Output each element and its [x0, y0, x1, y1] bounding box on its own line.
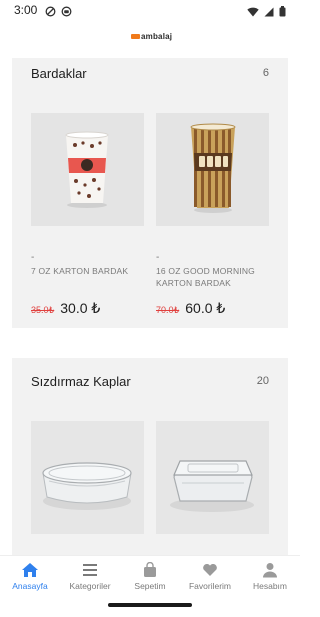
nav-label: Hesabım: [252, 581, 287, 591]
home-content[interactable]: Bardaklar 6 - 7 OZ KARTON BARDAK 35.0₺ 3…: [0, 58, 300, 555]
category-section-bardaklar: Bardaklar 6 - 7 OZ KARTON BARDAK 35.0₺ 3…: [12, 58, 288, 328]
nav-label: Kategoriler: [69, 581, 111, 591]
product-image[interactable]: [156, 421, 269, 534]
product-dash: -: [156, 252, 160, 263]
product-prices: 35.0₺ 30.0 ₺: [31, 300, 100, 317]
product-card[interactable]: [31, 421, 144, 534]
product-image[interactable]: [31, 421, 144, 534]
rectangular-plastic-container-icon: [156, 421, 269, 534]
menu-icon: [80, 561, 100, 579]
paper-cup-16oz-image: [156, 113, 269, 226]
status-left-icons: [45, 4, 72, 22]
do-not-disturb-icon: [45, 4, 56, 22]
gesture-area: [0, 597, 300, 617]
status-bar: 3:00: [0, 0, 300, 22]
category-section-sizdirmaz-kaplar: Sızdırmaz Kaplar 20: [12, 358, 288, 555]
bottom-nav: Anasayfa Kategoriler Sepetim Favorilerim…: [0, 555, 300, 597]
product-image[interactable]: [31, 113, 144, 226]
round-plastic-container-icon: [31, 421, 144, 534]
current-price: 30.0 ₺: [60, 300, 101, 316]
status-time: 3:00: [14, 3, 38, 17]
old-price: 70.0₺: [156, 305, 180, 315]
app-header: ambalaj: [0, 22, 300, 58]
product-name[interactable]: 7 OZ KARTON BARDAK: [31, 265, 144, 277]
section-title[interactable]: Sızdırmaz Kaplar: [31, 374, 131, 389]
nav-label: Favorilerim: [188, 581, 232, 591]
nav-item-home[interactable]: Anasayfa: [0, 556, 60, 597]
bag-icon: [140, 561, 160, 579]
heart-icon: [200, 561, 220, 579]
nav-item-account[interactable]: Hesabım: [240, 556, 300, 597]
home-gesture-bar[interactable]: [108, 603, 192, 607]
product-prices: 70.0₺ 60.0 ₺: [156, 300, 225, 317]
product-image[interactable]: [156, 113, 269, 226]
ambalaj-logo[interactable]: ambalaj: [131, 32, 172, 41]
signal-icon: [264, 4, 274, 22]
logo-mark: [131, 34, 140, 39]
nav-item-categories[interactable]: Kategoriler: [60, 556, 120, 597]
product-card[interactable]: - 7 OZ KARTON BARDAK 35.0₺ 30.0 ₺: [31, 113, 144, 316]
section-count: 6: [262, 67, 269, 79]
person-icon: [260, 561, 280, 579]
product-card[interactable]: [156, 421, 269, 534]
logo-text: ambalaj: [141, 32, 173, 41]
nav-item-cart[interactable]: Sepetim: [120, 556, 180, 597]
product-card[interactable]: - 16 OZ GOOD MORNING KARTON BARDAK 70.0₺…: [156, 113, 269, 316]
product-dash: -: [31, 252, 35, 263]
nav-label: Sepetim: [134, 581, 166, 591]
section-count: 20: [256, 375, 269, 387]
nav-label: Anasayfa: [12, 581, 48, 591]
wifi-icon: [247, 4, 259, 22]
section-title[interactable]: Bardaklar: [31, 66, 87, 81]
home-icon: [20, 561, 40, 579]
app-notification-icon: [61, 4, 72, 22]
paper-cup-7oz-image: [31, 113, 144, 226]
old-price: 35.0₺: [31, 305, 55, 315]
current-price: 60.0 ₺: [185, 300, 226, 316]
battery-icon: [279, 4, 286, 22]
product-name[interactable]: 16 OZ GOOD MORNING KARTON BARDAK: [156, 265, 269, 289]
status-right-icons: [247, 4, 286, 22]
nav-item-favorites[interactable]: Favorilerim: [180, 556, 240, 597]
